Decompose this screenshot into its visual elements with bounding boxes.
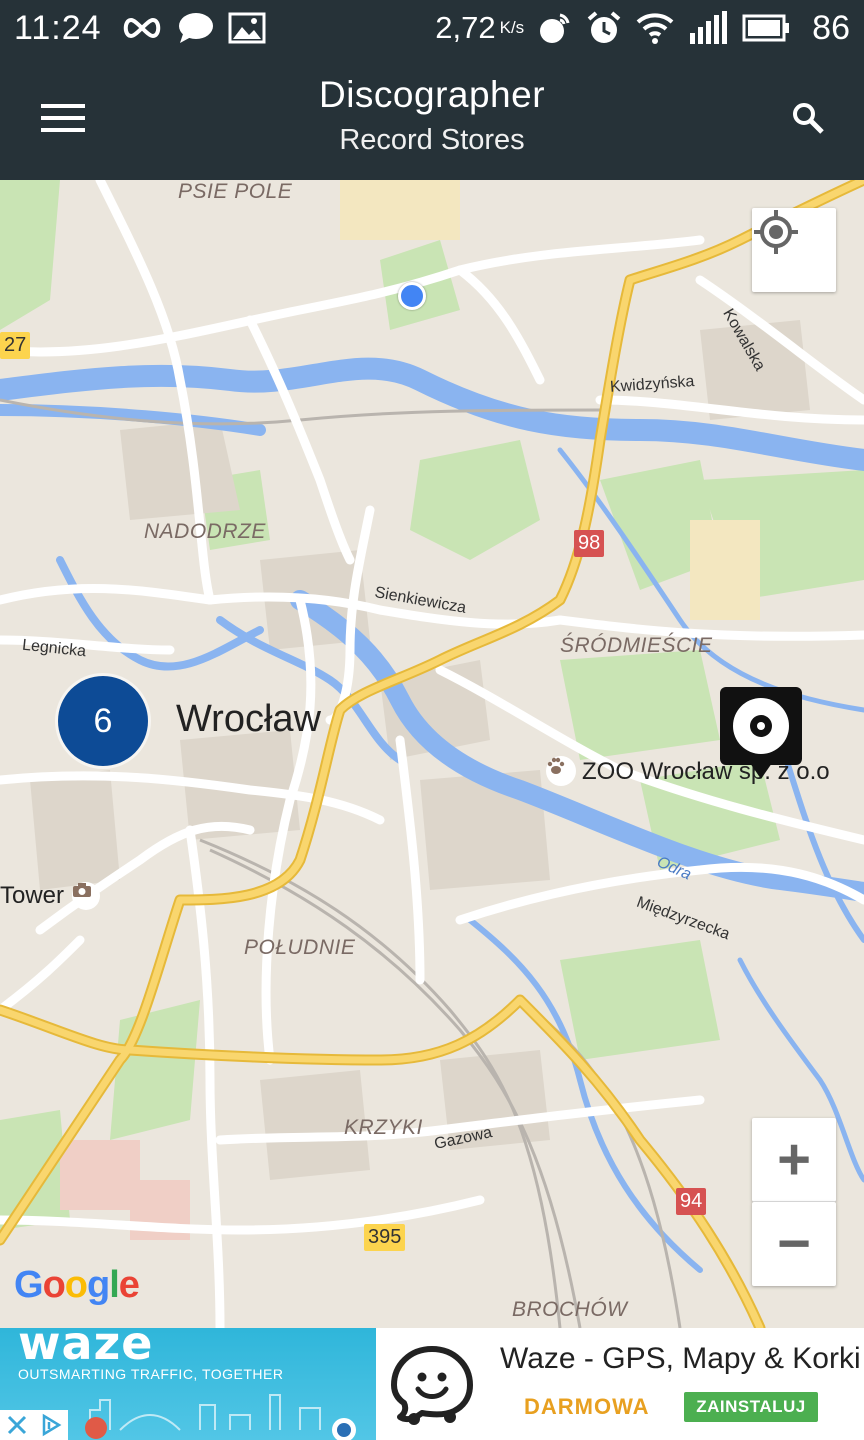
status-bar: 11:24 2,72 K/s 86 <box>0 0 864 56</box>
road-shield: 27 <box>0 332 31 359</box>
battery-icon <box>742 14 790 42</box>
app-root: 11:24 2,72 K/s 86 Discographer Record St… <box>0 0 864 1440</box>
district-label: KRZYKI <box>344 1116 423 1139</box>
map-view[interactable]: PSIE POLE NADODRZE ŚRÓDMIEŚCIE POŁUDNIE … <box>0 180 864 1328</box>
ad-close-area[interactable] <box>0 1410 68 1440</box>
google-logo: Google <box>14 1264 140 1306</box>
ad-app-icon[interactable] <box>376 1328 488 1440</box>
ad-price: DARMOWA <box>524 1394 650 1419</box>
infinity-icon <box>120 16 164 40</box>
close-icon[interactable] <box>6 1414 28 1436</box>
message-icon <box>178 12 214 44</box>
road-shield: 395 <box>364 1224 406 1251</box>
search-button[interactable] <box>780 90 836 146</box>
ad-image[interactable]: waze OUTSMARTING TRAFFIC, TOGETHER <box>0 1328 376 1440</box>
ad-install-button[interactable]: ZAINSTALUJ <box>684 1392 818 1422</box>
image-icon <box>228 12 266 44</box>
district-label: NADODRZE <box>144 520 266 543</box>
poi-tower-label[interactable]: Tower <box>0 882 64 910</box>
ad-title[interactable]: Waze - GPS, Mapy & Korki <box>500 1342 861 1376</box>
signal-icon <box>688 11 728 45</box>
waze-icon <box>391 1346 473 1425</box>
status-right: 2,72 K/s 86 <box>435 9 850 48</box>
net-speed: 2,72 <box>435 10 496 45</box>
plus-icon: + <box>777 1126 811 1192</box>
app-subtitle: Record Stores <box>339 124 525 156</box>
ad-banner[interactable]: waze OUTSMARTING TRAFFIC, TOGETHER Waze … <box>0 1328 864 1440</box>
ad-brand: waze <box>18 1328 154 1370</box>
zoom-out-button[interactable]: − <box>752 1202 836 1286</box>
district-label: BROCHÓW <box>512 1298 628 1321</box>
adchoices-icon[interactable] <box>39 1413 63 1437</box>
alarm-icon <box>586 10 622 46</box>
record-store-marker[interactable] <box>720 687 802 781</box>
paw-icon <box>546 756 576 786</box>
road-shield: 98 <box>574 530 605 557</box>
cast-icon <box>538 11 572 45</box>
my-location-button[interactable] <box>752 208 836 292</box>
camera-icon <box>72 882 100 910</box>
app-title: Discographer <box>318 74 546 115</box>
road-shield: 94 <box>676 1188 707 1215</box>
status-time: 11:24 <box>14 8 102 47</box>
crosshair-icon <box>754 210 798 254</box>
vinyl-record-icon <box>720 687 802 779</box>
store-cluster-marker[interactable]: 6 <box>58 676 148 766</box>
search-icon <box>793 103 824 134</box>
current-location-dot <box>398 282 426 310</box>
wifi-icon <box>636 12 674 44</box>
app-bar: Discographer Record Stores <box>0 56 864 180</box>
net-unit: K/s <box>499 18 525 37</box>
district-label: POŁUDNIE <box>244 936 356 959</box>
minus-icon: − <box>777 1211 811 1276</box>
cluster-count: 6 <box>93 701 113 740</box>
district-label: PSIE POLE <box>178 180 293 203</box>
city-label: Wrocław <box>176 698 321 740</box>
battery-level: 86 <box>812 8 850 47</box>
district-label: ŚRÓDMIEŚCIE <box>560 634 713 657</box>
zoom-in-button[interactable]: + <box>752 1118 836 1202</box>
